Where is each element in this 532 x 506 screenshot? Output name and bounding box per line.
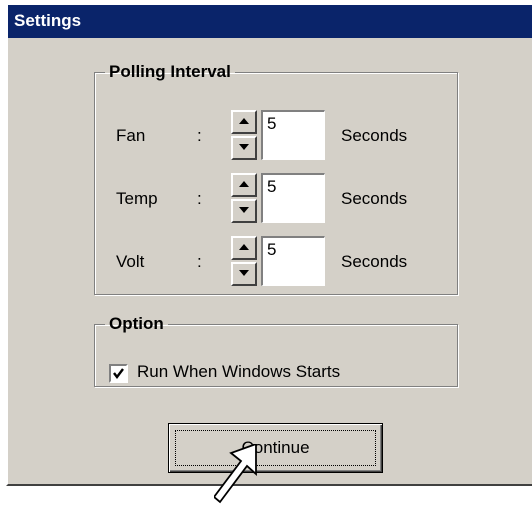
- option-legend: Option: [109, 314, 164, 333]
- temp-colon: :: [197, 189, 202, 208]
- polling-interval-group: Polling Interval Fan : 5 Seconds Temp :: [94, 62, 458, 295]
- fan-label: Fan: [116, 126, 146, 145]
- volt-spinner: [231, 236, 257, 286]
- fan-spin-down-button[interactable]: [231, 136, 257, 160]
- temp-spin-up-button[interactable]: [231, 173, 257, 197]
- arrow-up-icon: [239, 244, 249, 250]
- checkmark-icon: [113, 368, 124, 379]
- volt-label: Volt: [116, 252, 145, 271]
- arrow-down-icon: [239, 270, 249, 276]
- temp-unit-label: Seconds: [341, 189, 408, 208]
- temp-label: Temp: [116, 189, 158, 208]
- run-at-startup-checkbox[interactable]: [109, 364, 128, 383]
- volt-interval-input[interactable]: 5: [261, 236, 325, 286]
- volt-row: Volt : 5 Seconds: [95, 236, 459, 286]
- fan-spin-up-button[interactable]: [231, 110, 257, 134]
- option-group: Option Run When Windows Starts: [94, 314, 458, 387]
- fan-interval-value: 5: [267, 114, 277, 133]
- arrow-down-icon: [239, 207, 249, 213]
- arrow-up-icon: [239, 118, 249, 124]
- fan-row: Fan : 5 Seconds: [95, 110, 459, 160]
- settings-window: Settings Polling Interval Fan : 5 Second…: [6, 3, 532, 486]
- arrow-up-icon: [239, 181, 249, 187]
- volt-colon: :: [197, 252, 202, 271]
- temp-interval-value: 5: [267, 177, 277, 196]
- continue-button-label: Continue: [241, 438, 310, 457]
- arrow-down-icon: [239, 144, 249, 150]
- temp-spinner: [231, 173, 257, 223]
- volt-interval-value: 5: [267, 240, 277, 259]
- volt-spin-up-button[interactable]: [231, 236, 257, 260]
- fan-colon: :: [197, 126, 202, 145]
- polling-interval-legend: Polling Interval: [109, 62, 231, 81]
- continue-button[interactable]: Continue: [168, 423, 383, 473]
- temp-row: Temp : 5 Seconds: [95, 173, 459, 223]
- temp-spin-down-button[interactable]: [231, 199, 257, 223]
- run-at-startup-label[interactable]: Run When Windows Starts: [137, 362, 340, 382]
- volt-unit-label: Seconds: [341, 252, 408, 271]
- mouse-cursor-icon: [214, 444, 257, 504]
- fan-spinner: [231, 110, 257, 160]
- fan-interval-input[interactable]: 5: [261, 110, 325, 160]
- title-bar[interactable]: Settings: [8, 5, 532, 38]
- volt-spin-down-button[interactable]: [231, 262, 257, 286]
- window-title: Settings: [14, 11, 82, 30]
- temp-interval-input[interactable]: 5: [261, 173, 325, 223]
- fan-unit-label: Seconds: [341, 126, 408, 145]
